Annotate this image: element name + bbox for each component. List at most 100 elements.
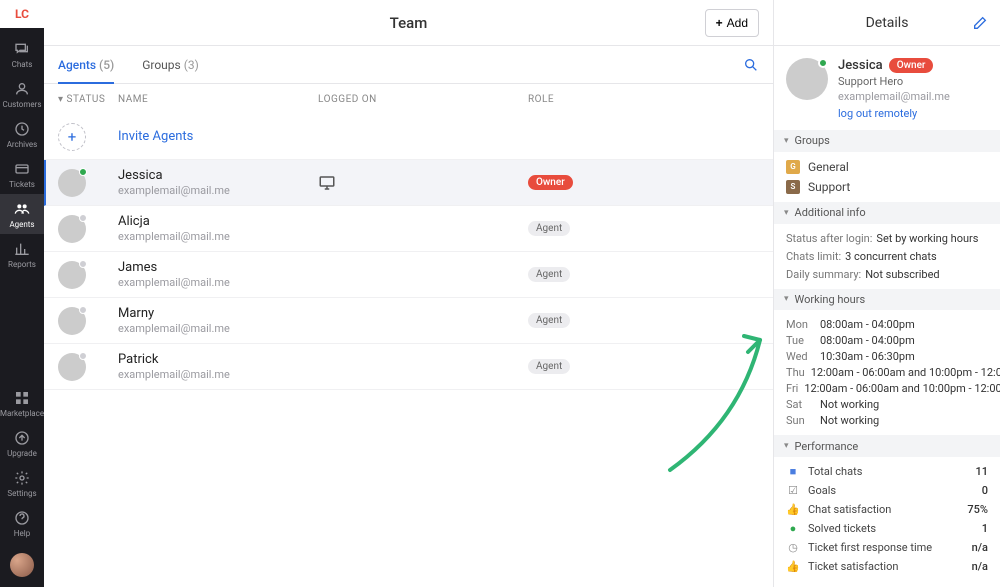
tab-groups[interactable]: Groups (3) [142, 46, 199, 83]
nav-marketplace-label: Marketplace [0, 410, 44, 418]
nav-customers[interactable]: Customers [0, 74, 44, 114]
avatar [58, 261, 86, 289]
agent-list: + Invite Agents Jessica examplemail@mail… [44, 114, 773, 587]
section-working-hours[interactable]: ▾ Working hours [774, 289, 1000, 311]
info-value: 3 concurrent chats [845, 250, 937, 263]
perf-row: ☑ Goals 0 [786, 484, 988, 497]
chat-icon [13, 40, 31, 58]
nav-upgrade[interactable]: Upgrade [0, 423, 44, 463]
role-badge-agent: Agent [528, 359, 570, 374]
role-badge-owner: Owner [528, 175, 573, 190]
perf-row: ◷ Ticket first response time n/a [786, 541, 988, 554]
agent-email: examplemail@mail.me [118, 322, 318, 335]
nav-settings-label: Settings [7, 490, 36, 498]
details-title: Details [866, 15, 909, 31]
agent-row[interactable]: Jessica examplemail@mail.me Owner [44, 160, 773, 206]
clock-icon: ◷ [786, 541, 800, 554]
hours-time: Not working [820, 414, 879, 427]
goal-icon: ☑ [786, 484, 800, 497]
gear-icon [13, 469, 31, 487]
hours-row: Thu12:00am - 06:00am and 10:00pm - 12:00… [786, 366, 988, 379]
status-dot-offline [79, 260, 87, 268]
edit-icon[interactable] [972, 15, 988, 31]
nav-marketplace[interactable]: Marketplace [0, 383, 44, 423]
hours-time: 08:00am - 04:00pm [820, 334, 915, 347]
agent-row[interactable]: Alicja examplemail@mail.me Agent [44, 206, 773, 252]
nav-chats[interactable]: Chats [0, 34, 44, 74]
hours-row: Mon08:00am - 04:00pm [786, 318, 988, 331]
agent-row[interactable]: James examplemail@mail.me Agent [44, 252, 773, 298]
hours-row: SatNot working [786, 398, 988, 411]
perf-value: n/a [972, 560, 988, 573]
tab-groups-count: (3) [184, 58, 199, 72]
chevron-down-icon: ▾ [784, 294, 789, 304]
agent-name: Marny [118, 306, 318, 321]
main-panel: Team + Add Agents (5) Groups (3) ▾ STATU… [44, 0, 774, 587]
avatar [58, 215, 86, 243]
add-button[interactable]: + Add [705, 9, 759, 37]
clock-icon [13, 120, 31, 138]
details-profile: Jessica Owner Support Hero examplemail@m… [774, 46, 1000, 130]
groups-list: G General S Support [774, 152, 1000, 202]
user-avatar[interactable] [10, 553, 34, 577]
col-status[interactable]: ▾ STATUS [58, 94, 118, 105]
sidebar-nav: LC Chats Customers Archives Tickets Agen… [0, 0, 44, 587]
section-groups[interactable]: ▾ Groups [774, 130, 1000, 152]
hours-day: Wed [786, 350, 814, 363]
nav-customers-label: Customers [3, 101, 42, 109]
app-logo[interactable]: LC [0, 0, 44, 28]
group-color: S [786, 180, 800, 194]
info-row: Daily summary:Not subscribed [786, 268, 988, 281]
tab-agents-count: (5) [99, 58, 114, 72]
agent-email: examplemail@mail.me [118, 276, 318, 289]
agents-icon [13, 200, 31, 218]
nav-help[interactable]: Help [0, 503, 44, 543]
upgrade-icon [13, 429, 31, 447]
desktop-icon [318, 174, 336, 192]
nav-agents[interactable]: Agents [0, 194, 44, 234]
check-icon: ● [786, 522, 800, 535]
nav-archives[interactable]: Archives [0, 114, 44, 154]
col-role[interactable]: ROLE [528, 94, 759, 105]
avatar [58, 353, 86, 381]
chat-icon: ■ [786, 465, 800, 478]
chevron-down-icon: ▾ [784, 136, 789, 146]
group-item[interactable]: G General [786, 160, 988, 174]
main-header: Team + Add [44, 0, 773, 46]
agent-row[interactable]: Marny examplemail@mail.me Agent [44, 298, 773, 344]
agent-row[interactable]: Patrick examplemail@mail.me Agent [44, 344, 773, 390]
search-icon[interactable] [743, 57, 759, 73]
hours-row: Sun Not working [786, 414, 988, 427]
nav-settings[interactable]: Settings [0, 463, 44, 503]
avatar [58, 307, 86, 335]
perf-row: ● Solved tickets 1 [786, 522, 988, 535]
invite-label: Invite Agents [118, 129, 318, 144]
info-key: Chats limit: [786, 250, 841, 263]
section-performance[interactable]: ▾ Performance [774, 435, 1000, 457]
role-badge-agent: Agent [528, 221, 570, 236]
hours-time: 08:00am - 04:00pm [820, 318, 915, 331]
nav-help-label: Help [14, 530, 30, 538]
hours-time: Not working [820, 398, 879, 411]
chart-icon [13, 240, 31, 258]
ticket-icon [13, 160, 31, 178]
group-item[interactable]: S Support [786, 180, 988, 194]
agent-name: Alicja [118, 214, 318, 229]
nav-reports[interactable]: Reports [0, 234, 44, 274]
tab-agents[interactable]: Agents (5) [58, 46, 114, 83]
nav-tickets[interactable]: Tickets [0, 154, 44, 194]
group-color: G [786, 160, 800, 174]
hours-day: Sun [786, 414, 814, 427]
details-header: Details [774, 0, 1000, 46]
section-groups-label: Groups [795, 134, 830, 147]
agent-name: Jessica [118, 168, 318, 183]
col-logged[interactable]: LOGGED ON [318, 94, 528, 105]
section-additional-info[interactable]: ▾ Additional info [774, 202, 1000, 224]
details-email: examplemail@mail.me [838, 90, 950, 103]
nav-chats-label: Chats [12, 61, 33, 69]
invite-agents-row[interactable]: + Invite Agents [44, 114, 773, 160]
col-name[interactable]: NAME [118, 94, 318, 105]
logout-link[interactable]: log out remotely [838, 107, 950, 120]
details-name: Jessica [838, 58, 883, 73]
performance-list: ■ Total chats 11 ☑ Goals 0 👍 Chat satisf… [774, 457, 1000, 587]
